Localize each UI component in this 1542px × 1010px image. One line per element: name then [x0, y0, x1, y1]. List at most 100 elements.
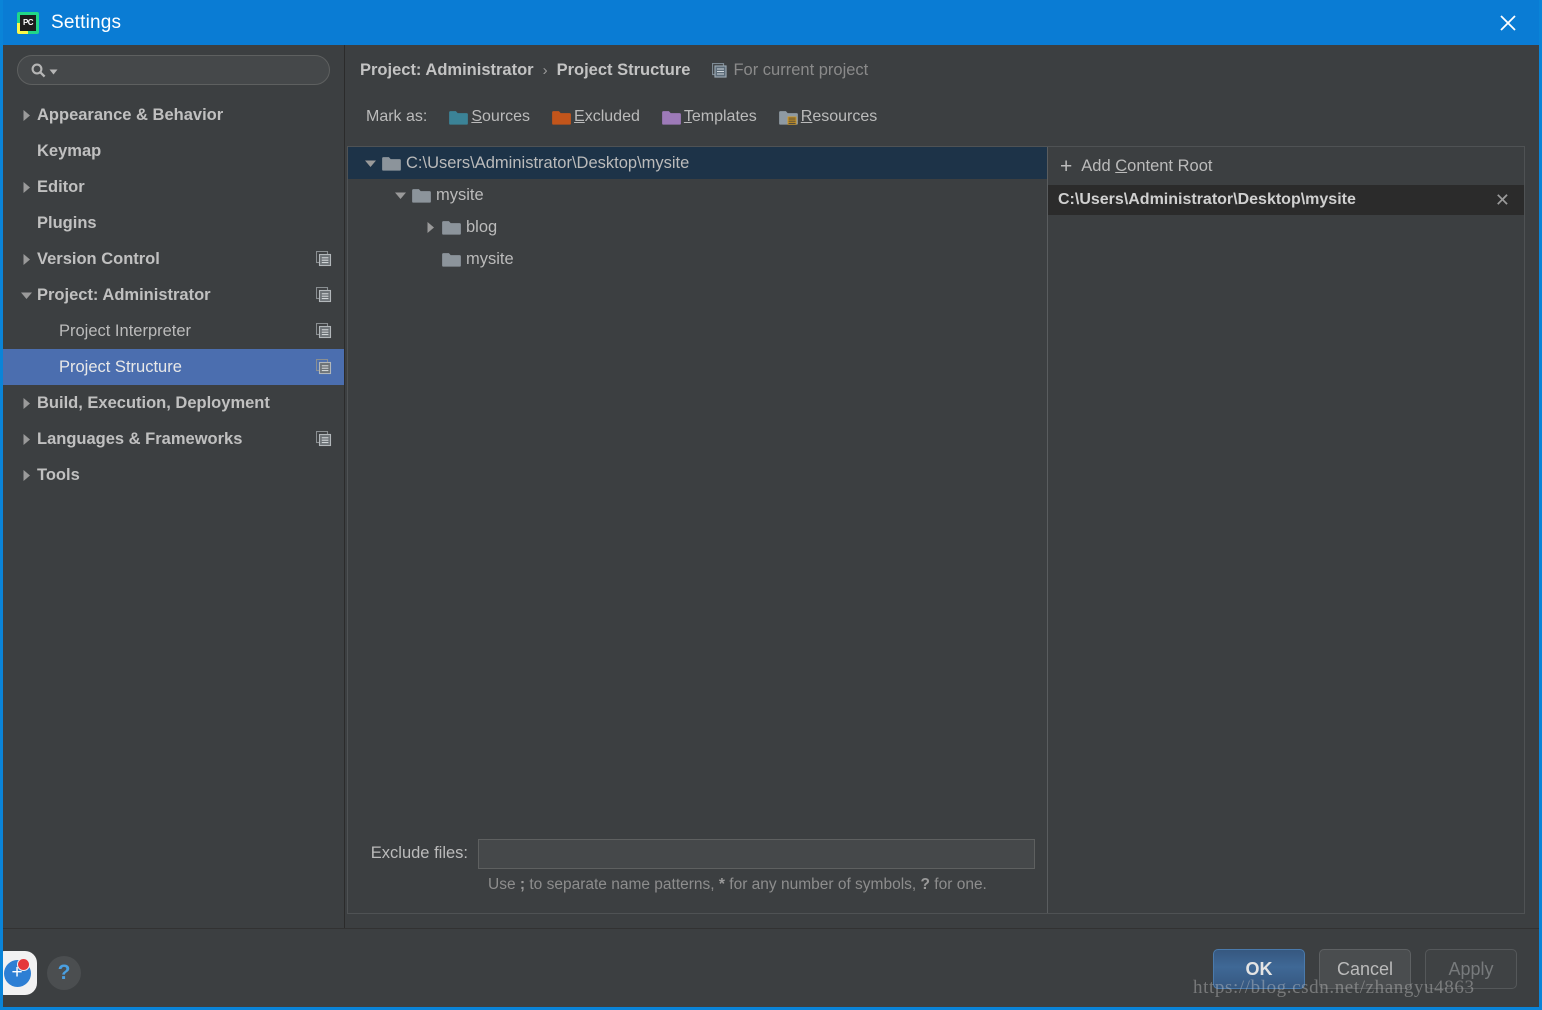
sidebar-item-label: Tools [37, 465, 80, 484]
search-box[interactable] [17, 55, 330, 85]
folder-icon [442, 252, 461, 267]
chevron-down-icon[interactable] [15, 289, 37, 302]
mnemonic-letter: T [683, 108, 692, 125]
chevron-right-icon[interactable] [15, 181, 37, 194]
chevron-right-icon [23, 397, 30, 409]
sidebar-item-label: Version Control [37, 249, 160, 268]
search-area [3, 45, 344, 85]
folder-templates-icon [662, 110, 681, 125]
structure-panels: C:\Users\Administrator\Desktop\mysite mys… [347, 146, 1525, 914]
tree-row-label: mysite [436, 185, 484, 204]
chevron-right-icon[interactable] [15, 433, 37, 446]
folder-icon [412, 188, 431, 203]
chevron-down-icon [20, 292, 32, 299]
add-content-root-button[interactable]: + Add Content Root [1048, 147, 1524, 185]
project-scope-icon [316, 359, 332, 375]
sidebar-item-project-administrator[interactable]: Project: Administrator [3, 277, 344, 313]
chevron-down-icon [394, 192, 406, 199]
mark-as-resources-button[interactable]: Resources [778, 108, 877, 126]
folder-icon [412, 188, 436, 203]
chevron-right-icon [23, 181, 30, 193]
project-scope-icon [316, 431, 332, 447]
sidebar-item-label: Plugins [37, 213, 97, 232]
help-button[interactable]: ? [47, 956, 81, 990]
sidebar-item-languages-frameworks[interactable]: Languages & Frameworks [3, 421, 344, 457]
sidebar-item-label: Project Interpreter [59, 321, 192, 340]
chevron-right-icon [427, 221, 434, 233]
project-scope-icon [316, 251, 332, 267]
content-root-list: C:\Users\Administrator\Desktop\mysite ✕ [1048, 185, 1524, 215]
mnemonic-letter: E [574, 108, 585, 125]
hint-part-3: for any number of symbols, [724, 876, 921, 893]
breadcrumb-parent[interactable]: Project: Administrator [360, 61, 534, 80]
help-glyph: ? [57, 961, 71, 984]
mark-as-excluded-button[interactable]: Excluded [552, 108, 640, 126]
folder-icon [442, 220, 461, 235]
exclude-files-field[interactable] [478, 839, 1035, 869]
project-scope-icon [316, 323, 332, 339]
sidebar-item-plugins[interactable]: Plugins [3, 205, 344, 241]
sidebar-item-project-structure[interactable]: Project Structure [3, 349, 344, 385]
remove-content-root-button[interactable]: ✕ [1495, 191, 1510, 209]
tree-row[interactable]: blog [348, 211, 1047, 243]
sidebar-item-label: Languages & Frameworks [37, 429, 243, 448]
chevron-down-icon[interactable] [358, 157, 382, 170]
exclude-files-input[interactable] [479, 840, 1034, 868]
sidebar-item-project-interpreter[interactable]: Project Interpreter [3, 313, 344, 349]
window-title: Settings [51, 11, 122, 33]
chevron-right-icon[interactable] [418, 221, 442, 234]
project-scope-icon [316, 251, 332, 267]
mark-as-templates-button[interactable]: Templates [662, 108, 757, 126]
add-root-pre: Add [1081, 156, 1116, 175]
folder-icon [552, 110, 571, 125]
tree-row[interactable]: C:\Users\Administrator\Desktop\mysite [348, 147, 1047, 179]
hint-question: ? [920, 876, 930, 893]
mark-as-toolbar: Mark as: Sources Excluded Templates Resourc… [366, 108, 899, 126]
sidebar-item-version-control[interactable]: Version Control [3, 241, 344, 277]
content-root-row[interactable]: C:\Users\Administrator\Desktop\mysite ✕ [1048, 185, 1524, 215]
sidebar-item-build-execution-deployment[interactable]: Build, Execution, Deployment [3, 385, 344, 421]
chevron-down-icon[interactable] [388, 189, 412, 202]
settings-dialog: PC Settings Appearance & Behavior Keymap… [0, 0, 1542, 1010]
plus-icon: + [1060, 154, 1073, 178]
tree-row[interactable]: mysite [348, 179, 1047, 211]
plugin-notification-icon[interactable]: + [3, 951, 37, 995]
content-roots-pane: + Add Content Root C:\Users\Administrato… [1048, 147, 1524, 913]
breadcrumb: Project: Administrator › Project Structu… [360, 61, 868, 80]
chevron-right-icon [23, 433, 30, 445]
chevron-right-icon[interactable] [15, 109, 37, 122]
sidebar-item-editor[interactable]: Editor [3, 169, 344, 205]
project-scope-icon [316, 287, 332, 303]
exclude-files-label: Exclude files: [370, 844, 468, 862]
search-input[interactable] [64, 61, 318, 79]
breadcrumb-current: Project Structure [556, 61, 691, 79]
hint-part-4: for one. [930, 876, 987, 893]
scope-indicator: For current project [712, 61, 868, 80]
sidebar-item-keymap[interactable]: Keymap [3, 133, 344, 169]
project-scope-icon [316, 323, 332, 339]
footer-icon-group: + ? [3, 951, 81, 995]
chevron-right-icon[interactable] [15, 253, 37, 266]
chevron-down-icon [49, 69, 58, 75]
sidebar-item-label: Project Structure [59, 357, 182, 376]
tree-row[interactable]: mysite [348, 243, 1047, 275]
sidebar-item-label: Appearance & Behavior [37, 105, 224, 124]
tree-row-label: blog [466, 217, 498, 236]
folder-icon [778, 110, 798, 125]
mnemonic-post: emplates [691, 108, 757, 125]
hint-part-2: to separate name patterns, [525, 876, 719, 893]
content-root-path: C:\Users\Administrator\Desktop\mysite [1058, 191, 1356, 208]
mark-as-sources-button[interactable]: Sources [449, 108, 530, 126]
apply-button: Apply [1425, 949, 1517, 989]
chevron-right-icon[interactable] [15, 397, 37, 410]
sidebar-item-tools[interactable]: Tools [3, 457, 344, 493]
folder-icon [662, 110, 681, 125]
cancel-button[interactable]: Cancel [1319, 949, 1411, 989]
close-window-button[interactable] [1477, 0, 1539, 45]
mark-as-excluded-label: Excluded [574, 108, 640, 126]
ok-button[interactable]: OK [1213, 949, 1305, 989]
sidebar-item-appearance-behavior[interactable]: Appearance & Behavior [3, 97, 344, 133]
search-icon [31, 63, 46, 77]
exclude-files-section: Exclude files: Use ; to separate name pa… [348, 829, 1047, 913]
chevron-right-icon[interactable] [15, 469, 37, 482]
